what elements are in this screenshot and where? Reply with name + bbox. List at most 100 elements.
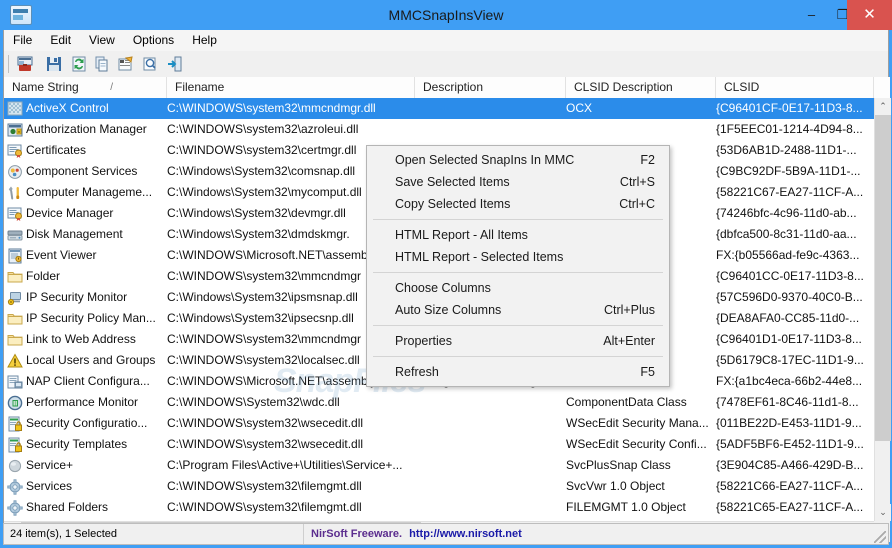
cell-clsid: {011BE22D-E453-11D1-9... [716, 416, 862, 430]
title-bar: MMCSnapInsView – ❐ ✕ [0, 0, 892, 30]
gear-icon [7, 479, 23, 495]
cell-name: ActiveX Control [26, 101, 109, 115]
cell-filename: C:\WINDOWS\system32\wsecedit.dll [167, 437, 364, 451]
menu-help[interactable]: Help [183, 30, 226, 51]
context-menu-item-shortcut: Ctrl+Plus [603, 303, 655, 317]
cell-clsid: {C96401CC-0E17-11D3-8... [716, 269, 864, 283]
vertical-scrollbar[interactable]: ⌃ ⌄ [874, 98, 891, 521]
cell-clsid-description: WSecEdit Security Confi... [566, 437, 707, 451]
cell-description [415, 434, 566, 455]
context-menu-item-label: Open Selected SnapIns In MMC [395, 153, 575, 167]
component-icon [7, 164, 23, 180]
copy-icon[interactable] [93, 55, 111, 73]
context-menu-item-label: Auto Size Columns [395, 303, 502, 317]
context-menu-item-html-report-all-items[interactable]: HTML Report - All Items [367, 224, 669, 246]
activex-icon [7, 101, 23, 117]
credit-status: NirSoft Freeware. http://www.nirsoft.net [305, 524, 522, 544]
menu-options[interactable]: Options [124, 30, 183, 51]
context-menu-item-auto-size-columns[interactable]: Auto Size Columns Ctrl+Plus [367, 299, 669, 321]
column-header-clsid-description[interactable]: CLSID Description [566, 77, 716, 98]
sort-indicator-icon: / [110, 82, 113, 93]
table-row[interactable]: Services C:\WINDOWS\system32\filemgmt.dll… [4, 476, 874, 497]
cell-name: IP Security Monitor [26, 290, 128, 304]
open-in-mmc-icon[interactable] [16, 55, 34, 73]
menu-bar: File Edit View Options Help [4, 30, 888, 52]
context-menu-item-properties[interactable]: Properties Alt+Enter [367, 330, 669, 352]
context-menu-item-refresh[interactable]: Refresh F5 [367, 361, 669, 383]
column-header-clsid[interactable]: CLSID [716, 77, 874, 98]
column-header-description[interactable]: Description [415, 77, 566, 98]
table-row[interactable]: Shared Folders C:\WINDOWS\system32\filemg… [4, 497, 874, 518]
table-row[interactable]: Security Templates C:\WINDOWS\system32\ws… [4, 434, 874, 455]
cell-clsid-description: SvcPlusSnap Class [566, 458, 671, 472]
context-menu-item-open-selected-snapins-in-mmc[interactable]: Open Selected SnapIns In MMC F2 [367, 149, 669, 171]
context-menu-item-shortcut: F2 [640, 153, 655, 167]
cell-name: Component Services [26, 164, 138, 178]
cell-description [415, 455, 566, 476]
tool-bar [4, 51, 888, 78]
status-bar: 24 item(s), 1 Selected NirSoft Freeware.… [3, 523, 889, 545]
menu-separator [373, 219, 663, 220]
warning-icon [7, 353, 23, 369]
minimize-button[interactable]: – [795, 0, 828, 30]
cell-clsid-description: ComponentData Class [566, 395, 687, 409]
close-button[interactable]: ✕ [847, 0, 892, 30]
list-header: Name String / Filename Description CLSID Des… [4, 77, 890, 99]
cell-name: Device Manager [26, 206, 114, 220]
context-menu-item-label: Properties [395, 334, 452, 348]
column-header-name-string[interactable]: Name String / [4, 77, 167, 98]
cell-clsid-description: OCX [566, 101, 593, 115]
menu-file[interactable]: File [4, 30, 41, 51]
cell-description [415, 476, 566, 497]
client-area: File Edit View Options Help Name String … [3, 30, 891, 542]
credit-text: NirSoft Freeware. [311, 528, 403, 540]
menu-separator [373, 325, 663, 326]
refresh-icon[interactable] [70, 55, 88, 73]
cell-name: Security Templates [26, 437, 128, 451]
cell-name: Certificates [26, 143, 87, 157]
exit-icon[interactable] [166, 55, 184, 73]
table-row[interactable]: Performance Monitor C:\WINDOWS\System32\w… [4, 392, 874, 413]
nirsoft-url-link[interactable]: http://www.nirsoft.net [409, 528, 522, 540]
menu-edit[interactable]: Edit [41, 30, 80, 51]
cell-clsid: {C96401D1-0E17-11D3-8... [716, 332, 862, 346]
ipsec-icon [7, 290, 23, 306]
cell-name: Computer Manageme... [26, 185, 153, 199]
cell-filename: C:\WINDOWS\system32\wsecedit.dll [167, 416, 364, 430]
cell-clsid-description: SvcVwr 1.0 Object [566, 479, 665, 493]
seccfg-icon [7, 416, 23, 432]
context-menu-item-shortcut: F5 [640, 365, 655, 379]
context-menu-item-label: HTML Report - Selected Items [395, 250, 564, 264]
context-menu-item-copy-selected-items[interactable]: Copy Selected Items Ctrl+C [367, 193, 669, 215]
context-menu-item-save-selected-items[interactable]: Save Selected Items Ctrl+S [367, 171, 669, 193]
cell-clsid: FX:{b05566ad-fe9c-4363... [716, 248, 860, 262]
cell-clsid: {DEA8AFA0-CC85-11d0-... [716, 311, 860, 325]
html-report-icon[interactable] [117, 55, 135, 73]
scroll-down-button[interactable]: ⌄ [875, 504, 891, 521]
tools-icon [7, 185, 23, 201]
context-menu-item-choose-columns[interactable]: Choose Columns [367, 277, 669, 299]
scroll-up-button[interactable]: ⌃ [875, 98, 891, 115]
context-menu-item-html-report-selected-items[interactable]: HTML Report - Selected Items [367, 246, 669, 268]
table-row[interactable]: Service+ C:\Program Files\Active+\Utiliti… [4, 455, 874, 476]
cell-filename: C:\WINDOWS\system32\azroleui.dll [167, 122, 359, 136]
cell-clsid: {58221C65-EA27-11CF-A... [716, 500, 864, 514]
cell-name: Folder [26, 269, 61, 283]
save-icon[interactable] [45, 55, 63, 73]
context-menu-item-label: Save Selected Items [395, 175, 510, 189]
vertical-scroll-thumb[interactable] [875, 115, 891, 441]
item-count-status: 24 item(s), 1 Selected [4, 524, 304, 544]
folder-icon [7, 311, 23, 327]
seccfg-icon [7, 437, 23, 453]
menu-view[interactable]: View [80, 30, 124, 51]
window-title: MMCSnapInsView [388, 7, 504, 23]
table-row[interactable]: ActiveX Control C:\WINDOWS\system32\mmcnd… [4, 98, 874, 119]
folder-icon [7, 332, 23, 348]
properties-icon[interactable] [141, 55, 159, 73]
cell-clsid: {5ADF5BF6-E452-11D1-9... [716, 437, 864, 451]
cell-clsid: {74246bfc-4c96-11d0-ab... [716, 206, 857, 220]
column-header-filename[interactable]: Filename [167, 77, 415, 98]
table-row[interactable]: Security Configuratio... C:\WINDOWS\syste… [4, 413, 874, 434]
table-row[interactable]: Authorization Manager C:\WINDOWS\system32… [4, 119, 874, 140]
resize-grip[interactable] [874, 531, 886, 543]
